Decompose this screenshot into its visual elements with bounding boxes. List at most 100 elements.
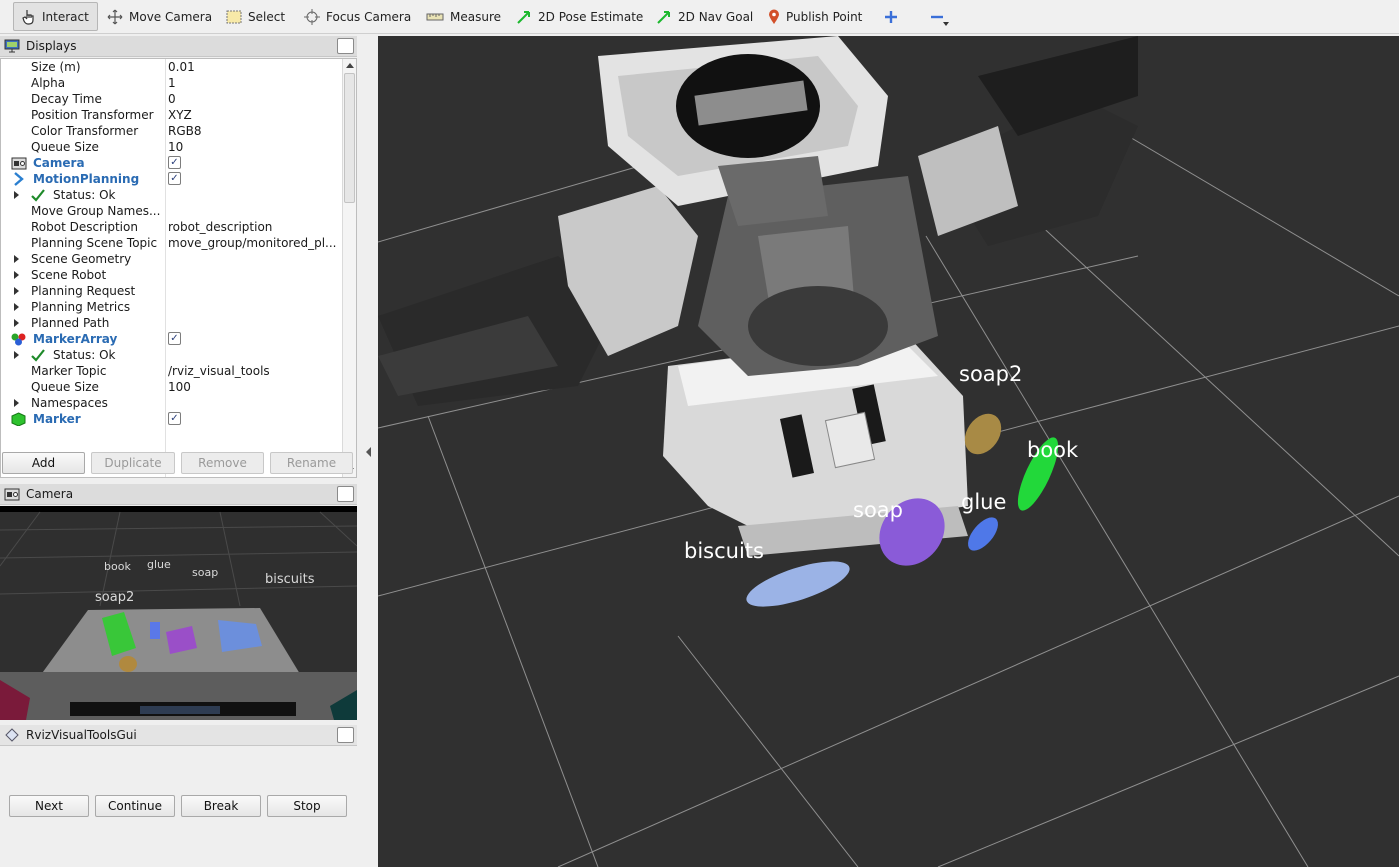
camera-icon [11,157,27,170]
remove-tool-button[interactable] [922,2,952,31]
nav-goal-label: 2D Nav Goal [678,9,754,24]
property-name: Robot Description [31,220,138,234]
chevron-down-icon[interactable] [943,22,949,26]
tree-row[interactable]: Planning Request [1,283,342,299]
expand-arrow-icon[interactable] [14,255,19,263]
expand-arrow-icon[interactable] [14,351,19,359]
tree-row[interactable]: Move Group Names... [1,203,342,219]
publish-point-tool[interactable]: Publish Point [760,2,870,31]
left-panel: Displays Size (m) 0.01 Alpha 1 Decay Tim… [0,36,357,867]
tree-row[interactable]: Robot Description robot_description [1,219,342,235]
add-tool-button[interactable] [876,2,906,31]
display-item-camera[interactable]: Camera ✓ [1,155,342,171]
display-name: MarkerArray [33,332,118,346]
property-value[interactable]: XYZ [168,107,192,123]
display-item-marker[interactable]: Marker ✓ [1,411,342,427]
move-camera-tool[interactable]: Move Camera [99,2,220,31]
tree-row[interactable]: Alpha 1 [1,75,342,91]
tree-row[interactable]: Namespaces [1,395,342,411]
add-display-button[interactable]: Add [2,452,85,474]
tree-row[interactable]: Scene Robot [1,267,342,283]
tree-row[interactable]: Scene Geometry [1,251,342,267]
collapse-left-arrow-icon[interactable] [366,447,371,457]
checkmark-icon [31,189,45,202]
tree-row[interactable]: Status: Ok [1,347,342,363]
property-value[interactable]: 100 [168,379,191,395]
enabled-checkbox[interactable]: ✓ [168,156,181,169]
display-item-marker-array[interactable]: MarkerArray ✓ [1,331,342,347]
expand-arrow-icon[interactable] [14,303,19,311]
tree-row[interactable]: Status: Ok [1,187,342,203]
undock-button[interactable] [337,486,354,502]
measure-tool[interactable]: Measure [418,2,509,31]
undock-button[interactable] [337,727,354,743]
interact-tool[interactable]: Interact [13,2,98,31]
scroll-up-icon[interactable] [346,63,354,68]
property-value[interactable]: RGB8 [168,123,202,139]
camera-label-book: book [104,560,131,573]
enabled-checkbox[interactable]: ✓ [168,412,181,425]
property-value[interactable]: 10 [168,139,183,155]
tree-row[interactable]: Queue Size 10 [1,139,342,155]
enabled-checkbox[interactable]: ✓ [168,332,181,345]
property-value[interactable]: /rviz_visual_tools [168,363,270,379]
property-value[interactable]: move_group/monitored_pl... [168,235,337,251]
camera-view[interactable]: book glue soap biscuits soap2 [0,506,357,720]
focus-camera-tool[interactable]: Focus Camera [296,2,419,31]
green-cube-icon [11,412,26,426]
display-item-motion-planning[interactable]: MotionPlanning ✓ [1,171,342,187]
rename-display-button[interactable]: Rename [270,452,353,474]
camera-panel-header: Camera [0,484,357,505]
expand-arrow-icon[interactable] [14,191,19,199]
tree-row[interactable]: Marker Topic /rviz_visual_tools [1,363,342,379]
tree-row[interactable]: Color Transformer RGB8 [1,123,342,139]
property-name: Queue Size [31,140,99,154]
camera-panel-title: Camera [26,487,74,501]
remove-display-button[interactable]: Remove [181,452,264,474]
stop-button[interactable]: Stop [267,795,347,817]
expand-arrow-icon[interactable] [14,319,19,327]
rviz-gui-title: RvizVisualToolsGui [26,728,137,742]
expand-arrow-icon[interactable] [14,271,19,279]
displays-header: Displays [0,36,357,57]
pose-estimate-tool[interactable]: 2D Pose Estimate [508,2,651,31]
camera-label-glue: glue [147,558,171,571]
render-viewport[interactable]: soap2 book glue soap biscuits [378,36,1399,867]
tree-row[interactable]: Queue Size 100 [1,379,342,395]
property-name: Marker Topic [31,364,107,378]
tree-row[interactable]: Planning Metrics [1,299,342,315]
undock-button[interactable] [337,38,354,54]
focus-camera-label: Focus Camera [326,9,412,24]
continue-button[interactable]: Continue [95,795,175,817]
tree-row[interactable]: Planning Scene Topic move_group/monitore… [1,235,342,251]
property-name: Position Transformer [31,108,154,122]
next-button[interactable]: Next [9,795,89,817]
enabled-checkbox[interactable]: ✓ [168,172,181,185]
select-rect-icon [226,10,242,23]
camera-label-soap2: soap2 [95,590,135,605]
tree-row[interactable]: Size (m) 0.01 [1,59,342,75]
map-pin-icon [769,9,779,24]
property-name: Planning Scene Topic [31,236,158,250]
property-name: Decay Time [31,92,102,106]
marker-array-icon [11,333,26,346]
select-label: Select [248,9,286,24]
tree-row[interactable]: Planned Path [1,315,342,331]
label-glue: glue [961,490,1007,514]
displays-scrollbar[interactable] [342,59,356,477]
displays-tree: Size (m) 0.01 Alpha 1 Decay Time 0 Posit… [0,58,357,478]
property-value[interactable]: 1 [168,75,176,91]
display-name: Camera [33,156,85,170]
expand-arrow-icon[interactable] [14,287,19,295]
property-value[interactable]: 0.01 [168,59,195,75]
scroll-thumb[interactable] [344,73,355,203]
expand-arrow-icon[interactable] [14,399,19,407]
select-tool[interactable]: Select [218,2,293,31]
break-button[interactable]: Break [181,795,261,817]
duplicate-display-button[interactable]: Duplicate [91,452,175,474]
property-value[interactable]: robot_description [168,219,272,235]
nav-goal-tool[interactable]: 2D Nav Goal [648,2,761,31]
tree-row[interactable]: Decay Time 0 [1,91,342,107]
property-value[interactable]: 0 [168,91,176,107]
tree-row[interactable]: Position Transformer XYZ [1,107,342,123]
